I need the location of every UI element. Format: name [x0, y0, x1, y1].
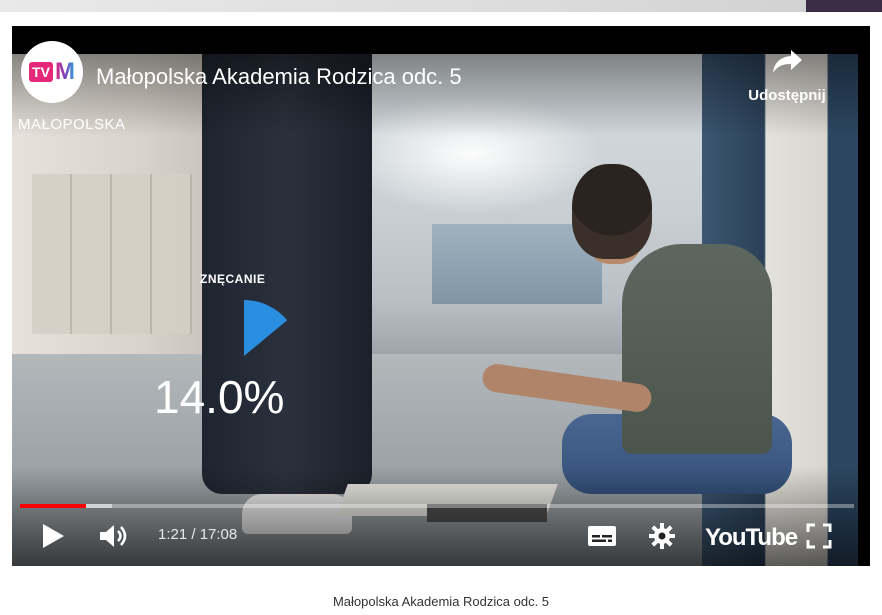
gear-icon	[649, 523, 675, 549]
logo-m-text: M	[54, 58, 75, 85]
overlay-label: ZNĘCANIE	[200, 272, 266, 286]
play-icon	[43, 524, 64, 548]
logo-tv-text: TV	[29, 62, 53, 82]
video-title[interactable]: Małopolska Akademia Rodzica odc. 5	[96, 64, 462, 90]
share-button[interactable]: Udostępnij	[732, 48, 842, 118]
share-label: Udostępnij	[748, 87, 826, 104]
channel-logo-icon[interactable]: TV M	[21, 41, 83, 103]
progress-played	[20, 504, 86, 508]
fullscreen-icon	[806, 523, 832, 549]
volume-button[interactable]	[98, 518, 134, 554]
overlay-pie-slice	[244, 300, 288, 356]
overlay-percent: 14.0%	[154, 371, 285, 423]
corner-thumbnail	[806, 0, 882, 12]
progress-bar[interactable]	[20, 504, 854, 508]
scene-hair	[572, 164, 652, 259]
page-top-strip	[0, 0, 882, 12]
youtube-logo[interactable]: YouTube	[705, 524, 798, 552]
subtitles-button[interactable]	[587, 518, 623, 554]
channel-name[interactable]: MAŁOPOLSKA	[18, 116, 126, 133]
subtitles-icon	[588, 526, 616, 546]
video-player[interactable]: TV M MAŁOPOLSKA Małopolska Akademia Rodz…	[12, 26, 870, 566]
volume-icon	[100, 525, 127, 547]
fullscreen-button[interactable]	[806, 518, 842, 554]
scene-seated-person	[622, 244, 772, 454]
share-arrow-icon	[773, 50, 802, 73]
play-button[interactable]	[40, 518, 72, 554]
settings-button[interactable]	[648, 518, 684, 554]
time-display: 1:21 / 17:08	[158, 526, 238, 543]
video-caption: Małopolska Akademia Rodzica odc. 5	[332, 594, 550, 609]
